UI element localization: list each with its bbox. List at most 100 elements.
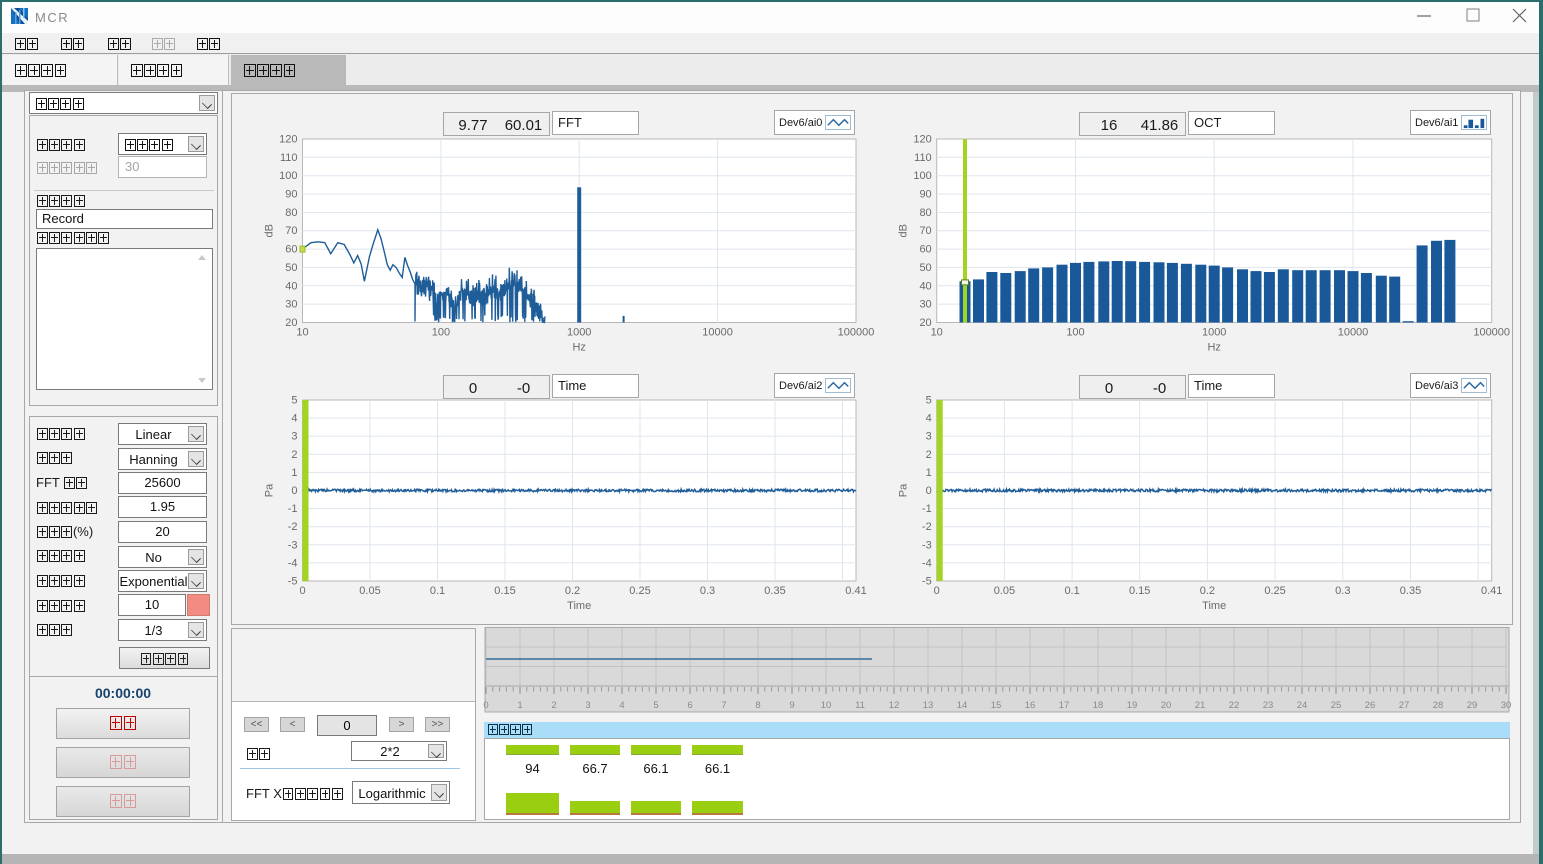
svg-text:0: 0	[299, 585, 305, 597]
svg-text:3: 3	[585, 700, 590, 711]
svg-text:50: 50	[285, 262, 297, 274]
svg-text:7: 7	[721, 700, 726, 711]
svg-text:100: 100	[913, 170, 931, 182]
svg-text:10000: 10000	[702, 327, 733, 339]
svg-text:14: 14	[957, 700, 968, 711]
svg-text:0.25: 0.25	[629, 585, 650, 597]
svg-text:0.41: 0.41	[1481, 585, 1502, 597]
svg-text:3: 3	[926, 431, 932, 443]
svg-text:0.15: 0.15	[494, 585, 515, 597]
svg-text:26: 26	[1365, 700, 1376, 711]
svg-text:100: 100	[1066, 327, 1084, 339]
svg-text:120: 120	[913, 134, 931, 146]
svg-text:0.2: 0.2	[565, 585, 580, 597]
svg-text:0.3: 0.3	[700, 585, 715, 597]
svg-text:21: 21	[1195, 700, 1206, 711]
svg-text:9: 9	[789, 700, 794, 711]
svg-text:6: 6	[687, 700, 692, 711]
svg-text:110: 110	[914, 152, 932, 164]
svg-text:Pa: Pa	[264, 483, 276, 497]
svg-text:-3: -3	[288, 539, 298, 551]
svg-text:25: 25	[1331, 700, 1342, 711]
svg-text:4: 4	[291, 413, 297, 425]
svg-text:22: 22	[1229, 700, 1240, 711]
svg-text:5: 5	[926, 395, 932, 407]
svg-text:-1: -1	[288, 503, 298, 515]
svg-text:-4: -4	[922, 557, 932, 569]
svg-text:-5: -5	[288, 576, 298, 588]
svg-text:dB: dB	[898, 224, 910, 237]
svg-text:40: 40	[285, 280, 297, 292]
svg-text:10: 10	[821, 700, 832, 711]
svg-text:17: 17	[1059, 700, 1070, 711]
svg-text:-2: -2	[922, 521, 932, 533]
svg-text:10: 10	[296, 327, 308, 339]
svg-text:60: 60	[919, 244, 931, 256]
svg-text:90: 90	[919, 189, 931, 201]
svg-text:2: 2	[291, 449, 297, 461]
svg-text:70: 70	[919, 225, 931, 237]
svg-text:1: 1	[926, 467, 932, 479]
svg-text:0: 0	[934, 585, 940, 597]
svg-text:Hz: Hz	[572, 342, 585, 354]
svg-text:29: 29	[1467, 700, 1478, 711]
svg-text:0.35: 0.35	[1400, 585, 1421, 597]
svg-text:5: 5	[291, 395, 297, 407]
svg-text:10000: 10000	[1338, 327, 1369, 339]
svg-text:1000: 1000	[1202, 327, 1226, 339]
svg-text:2: 2	[926, 449, 932, 461]
svg-text:30: 30	[1501, 700, 1512, 711]
svg-text:0.05: 0.05	[359, 585, 380, 597]
svg-text:15: 15	[991, 700, 1002, 711]
svg-text:100: 100	[279, 170, 297, 182]
svg-text:4: 4	[926, 413, 932, 425]
svg-text:70: 70	[285, 225, 297, 237]
svg-text:0.2: 0.2	[1200, 585, 1215, 597]
svg-text:120: 120	[279, 134, 297, 146]
svg-text:3: 3	[291, 431, 297, 443]
svg-text:0.1: 0.1	[430, 585, 445, 597]
svg-text:18: 18	[1093, 700, 1104, 711]
svg-text:2: 2	[551, 700, 556, 711]
svg-text:50: 50	[919, 262, 931, 274]
svg-text:0.15: 0.15	[1129, 585, 1150, 597]
svg-text:0.25: 0.25	[1264, 585, 1285, 597]
svg-text:11: 11	[855, 700, 865, 711]
svg-text:-4: -4	[288, 557, 298, 569]
svg-text:Time: Time	[567, 600, 591, 612]
svg-text:28: 28	[1433, 700, 1444, 711]
svg-text:60: 60	[285, 244, 297, 256]
svg-text:16: 16	[1025, 700, 1036, 711]
svg-text:13: 13	[923, 700, 934, 711]
svg-text:0: 0	[291, 485, 297, 497]
svg-text:80: 80	[919, 207, 931, 219]
svg-text:20: 20	[1161, 700, 1172, 711]
svg-text:0: 0	[483, 700, 488, 711]
svg-text:24: 24	[1297, 700, 1308, 711]
svg-text:100: 100	[432, 327, 450, 339]
svg-text:1: 1	[291, 467, 297, 479]
svg-text:23: 23	[1263, 700, 1274, 711]
svg-text:100000: 100000	[838, 327, 875, 339]
svg-text:-2: -2	[288, 521, 298, 533]
svg-text:30: 30	[919, 299, 931, 311]
svg-text:-1: -1	[922, 503, 932, 515]
svg-text:40: 40	[919, 280, 931, 292]
svg-text:27: 27	[1399, 700, 1410, 711]
svg-text:-3: -3	[922, 539, 932, 551]
svg-text:5: 5	[653, 700, 658, 711]
svg-text:Time: Time	[1202, 600, 1226, 612]
svg-text:80: 80	[285, 207, 297, 219]
svg-text:110: 110	[280, 152, 298, 164]
svg-text:19: 19	[1127, 700, 1138, 711]
svg-text:0.3: 0.3	[1335, 585, 1350, 597]
svg-text:1: 1	[517, 700, 522, 711]
svg-text:30: 30	[285, 299, 297, 311]
svg-text:100000: 100000	[1473, 327, 1510, 339]
svg-text:12: 12	[889, 700, 900, 711]
svg-text:0: 0	[926, 485, 932, 497]
svg-text:0.35: 0.35	[764, 585, 785, 597]
svg-text:Hz: Hz	[1207, 342, 1220, 354]
svg-text:0.41: 0.41	[845, 585, 866, 597]
svg-text:0.05: 0.05	[994, 585, 1015, 597]
